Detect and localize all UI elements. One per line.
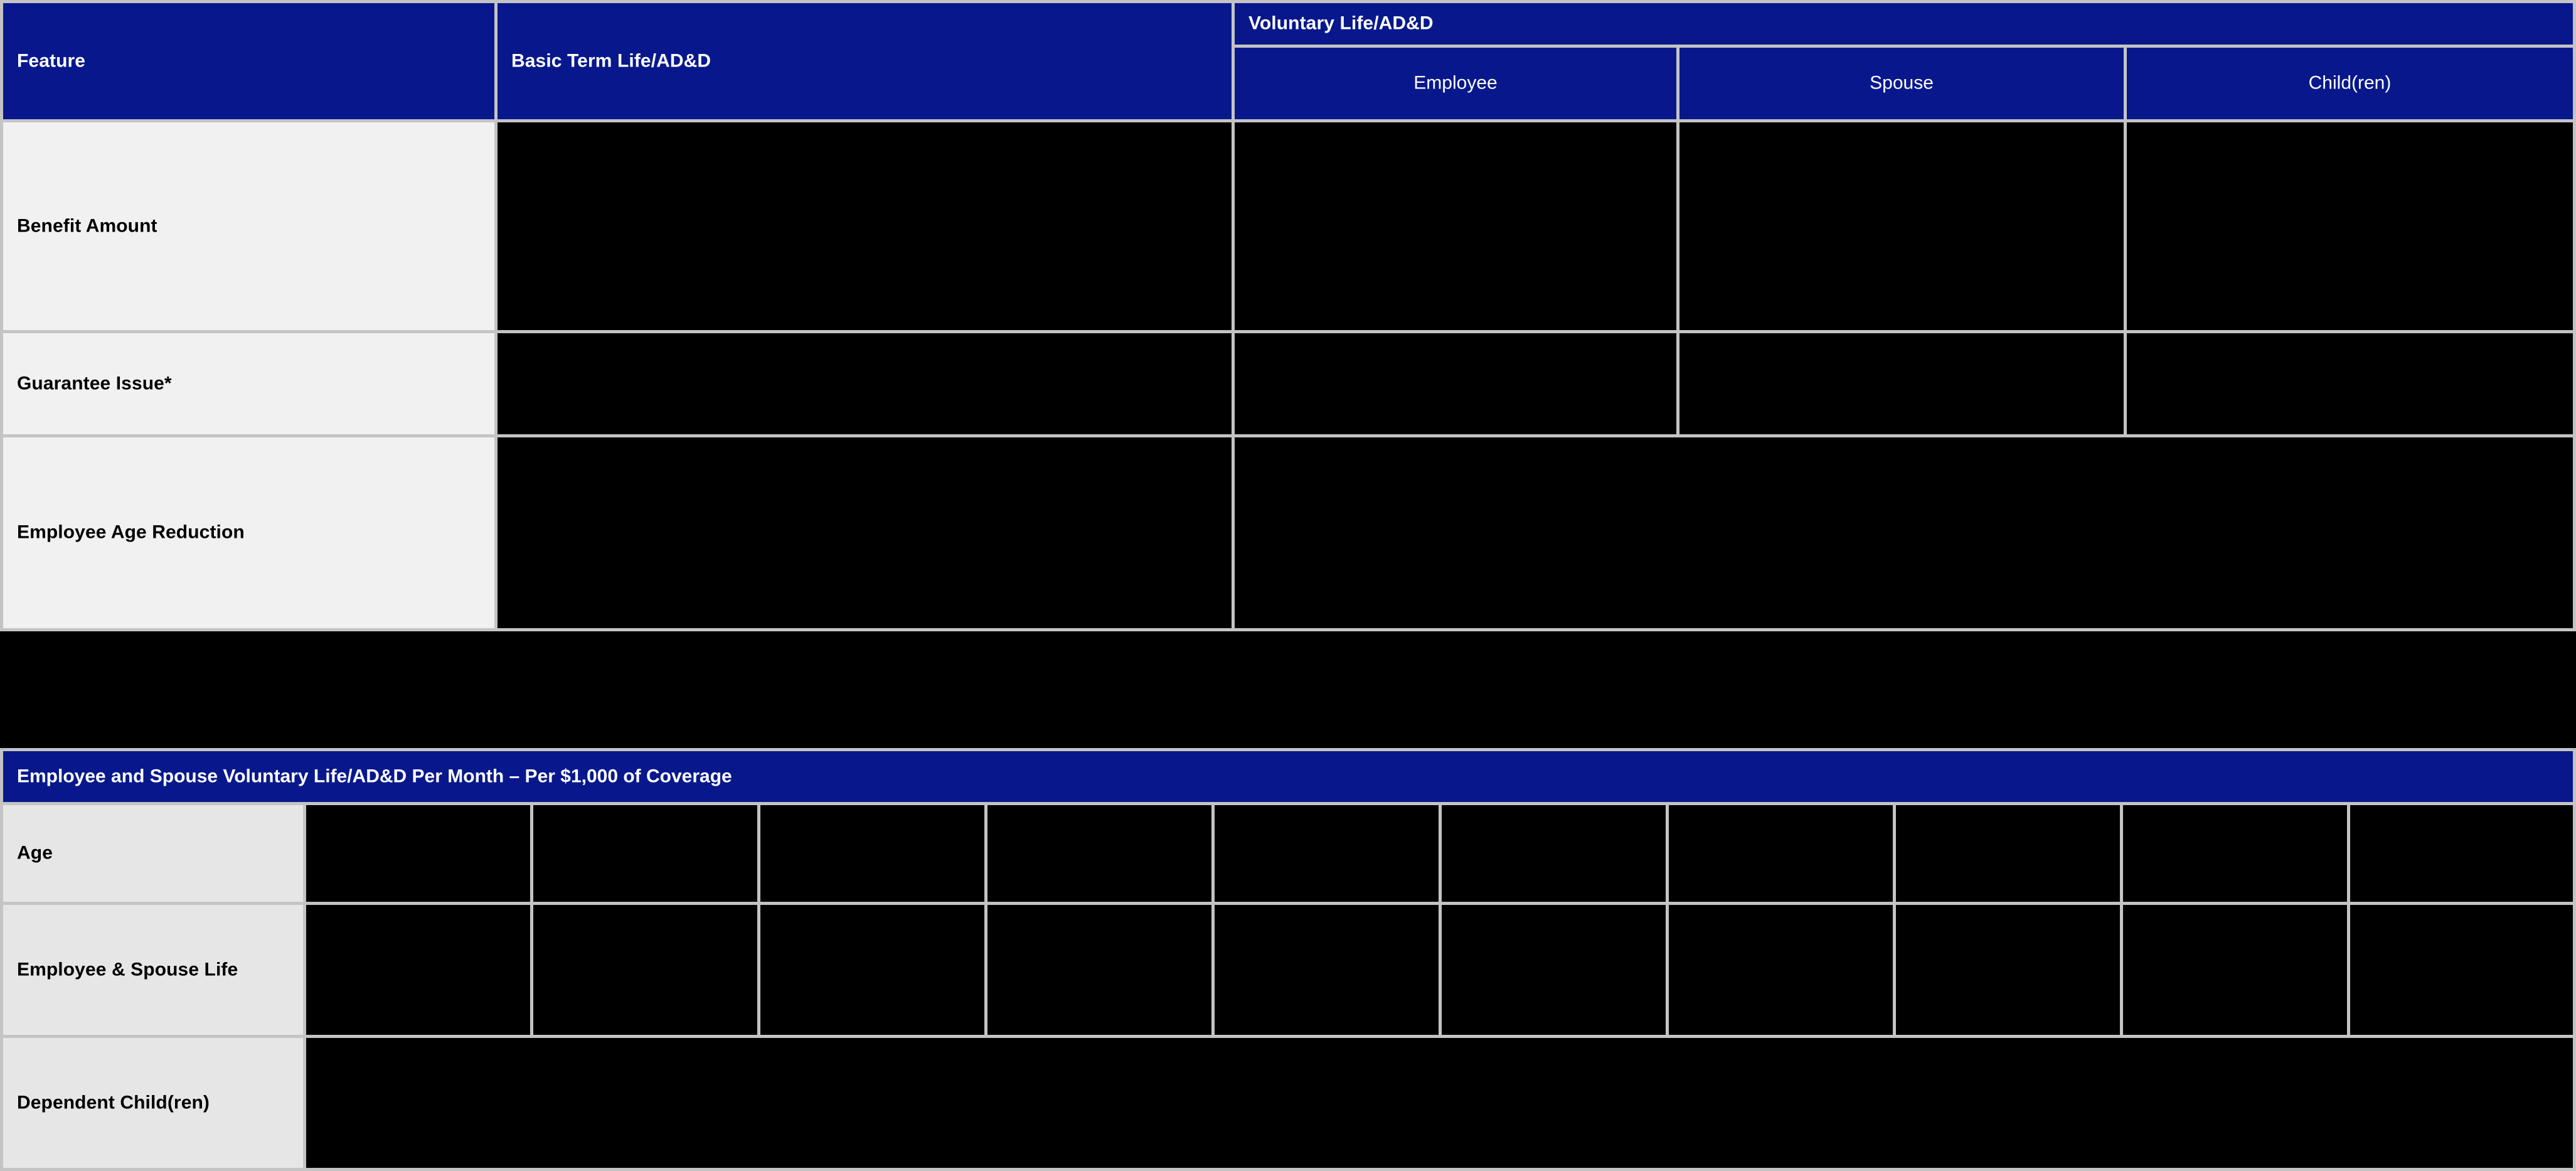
rate-cell-age-5 [1442, 805, 1666, 902]
rate-table-title-text: Employee and Spouse Voluntary Life/AD&D … [17, 766, 732, 787]
rate-row-label-employee-spouse-life-text: Employee & Spouse Life [17, 959, 238, 980]
rate-cell-esl-0 [306, 905, 530, 1035]
rate-row-label-dependent-children: Dependent Child(ren) [3, 1038, 303, 1168]
header-voluntary-employee: Employee [1235, 48, 1676, 119]
rate-table: Employee and Spouse Voluntary Life/AD&D … [0, 748, 2576, 1171]
cell-guarantee-issue-basic [498, 333, 1232, 434]
rate-row-label-employee-spouse-life: Employee & Spouse Life [3, 905, 303, 1035]
cell-benefit-amount-children [2127, 122, 2573, 330]
rate-table-title-bar: Employee and Spouse Voluntary Life/AD&D … [3, 751, 2573, 802]
rate-cell-dependent-children-merged [306, 1038, 2573, 1168]
rate-cell-esl-5 [1442, 905, 1666, 1035]
rate-cell-age-6 [1669, 805, 1893, 902]
header-voluntary-children-label: Child(ren) [2308, 72, 2392, 94]
rate-row-label-dependent-children-text: Dependent Child(ren) [17, 1092, 210, 1113]
cell-employee-age-reduction-basic [498, 437, 1232, 628]
header-basic-term-life: Basic Term Life/AD&D [498, 3, 1232, 119]
row-label-guarantee-issue-text: Guarantee Issue* [17, 373, 172, 394]
row-label-employee-age-reduction-text: Employee Age Reduction [17, 521, 245, 543]
rate-cell-age-0 [306, 805, 530, 902]
cell-employee-age-reduction-voluntary-merged [1235, 437, 2573, 628]
rate-cell-esl-2 [760, 905, 984, 1035]
document-page: Feature Basic Term Life/AD&D Voluntary L… [0, 0, 2576, 1171]
row-label-benefit-amount: Benefit Amount [3, 122, 494, 330]
row-label-employee-age-reduction: Employee Age Reduction [3, 437, 494, 628]
rate-cell-age-4 [1215, 805, 1439, 902]
rate-row-label-age-text: Age [17, 842, 53, 864]
rate-cell-esl-8 [2123, 905, 2347, 1035]
rate-cell-esl-6 [1669, 905, 1893, 1035]
header-basic-term-life-label: Basic Term Life/AD&D [511, 50, 711, 72]
header-feature-label: Feature [17, 50, 86, 72]
rate-cell-age-3 [987, 805, 1211, 902]
cell-benefit-amount-spouse [1679, 122, 2124, 330]
header-feature: Feature [3, 3, 494, 119]
rate-cell-age-2 [760, 805, 984, 902]
rate-cell-age-7 [1896, 805, 2120, 902]
row-label-benefit-amount-text: Benefit Amount [17, 215, 157, 237]
header-voluntary-spouse: Spouse [1679, 48, 2124, 119]
rate-cell-age-9 [2350, 805, 2573, 902]
rate-row-label-age: Age [3, 805, 303, 902]
header-voluntary-spouse-label: Spouse [1870, 72, 1934, 94]
rate-cell-esl-3 [987, 905, 1211, 1035]
benefit-comparison-table: Feature Basic Term Life/AD&D Voluntary L… [0, 0, 2576, 631]
rate-cell-age-8 [2123, 805, 2347, 902]
cell-guarantee-issue-children [2127, 333, 2573, 434]
cell-benefit-amount-basic [498, 122, 1232, 330]
cell-guarantee-issue-spouse [1679, 333, 2124, 434]
header-voluntary-children: Child(ren) [2127, 48, 2573, 119]
rate-cell-esl-9 [2350, 905, 2573, 1035]
rate-cell-esl-7 [1896, 905, 2120, 1035]
header-voluntary-employee-label: Employee [1413, 72, 1498, 94]
rate-cell-age-1 [533, 805, 757, 902]
cell-benefit-amount-employee [1235, 122, 1676, 330]
header-voluntary-life-label: Voluntary Life/AD&D [1248, 13, 1434, 34]
rate-cell-esl-1 [533, 905, 757, 1035]
rate-cell-esl-4 [1215, 905, 1439, 1035]
row-label-guarantee-issue: Guarantee Issue* [3, 333, 494, 434]
cell-guarantee-issue-employee [1235, 333, 1676, 434]
header-voluntary-life-group: Voluntary Life/AD&D [1235, 3, 2573, 45]
